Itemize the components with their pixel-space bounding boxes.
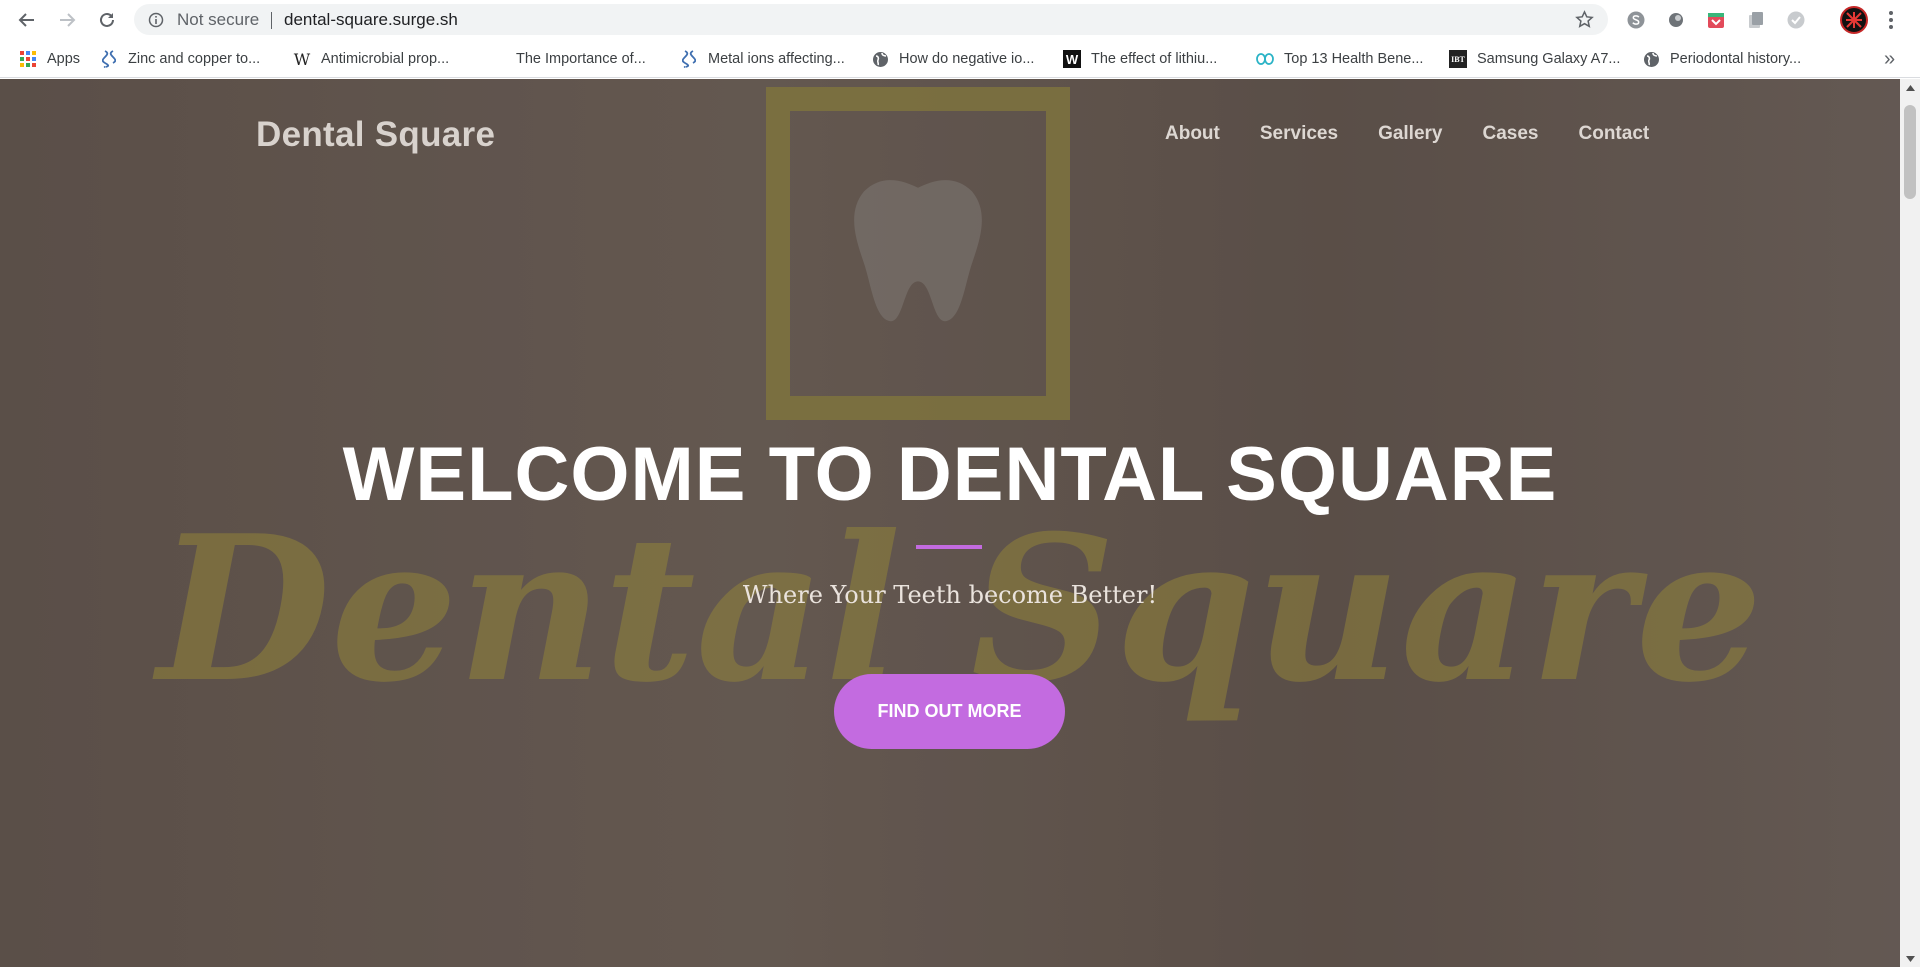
hero-headline: WELCOME TO DENTAL SQUARE [342, 432, 1558, 517]
bookmark-label: The effect of lithiu... [1091, 51, 1218, 67]
bookmark-item[interactable]: Top 13 Health Bene... [1256, 49, 1423, 69]
bookmark-item[interactable]: Metal ions affecting... [680, 49, 845, 69]
bookmark-apps[interactable]: Apps [19, 49, 80, 69]
bookmark-item[interactable]: Periodontal history... [1642, 49, 1801, 69]
browser-menu-icon[interactable] [1884, 8, 1898, 32]
scroll-up-arrow-icon[interactable] [1900, 79, 1920, 96]
hero-overlay [0, 79, 1900, 967]
dna-icon [100, 50, 118, 68]
blank-page-icon [488, 50, 506, 68]
skype-extension-icon[interactable] [1625, 9, 1647, 31]
address-divider [271, 12, 272, 29]
bookmark-star-icon[interactable] [1575, 10, 1594, 34]
bookmark-label: Top 13 Health Bene... [1284, 51, 1424, 67]
bookmark-item[interactable]: IBT Samsung Galaxy A7... [1449, 49, 1620, 69]
globe-icon [871, 50, 889, 68]
main-nav: About Services Gallery Cases Contact [1165, 123, 1689, 145]
w-logo-icon: W [1063, 50, 1081, 68]
hero-section: Dental Square Dental Square About Servic… [0, 79, 1900, 967]
arrow-right-icon [60, 13, 76, 27]
bookmark-label: Samsung Galaxy A7... [1477, 51, 1621, 67]
bookmark-label: Metal ions affecting... [708, 51, 845, 67]
bookmark-label: How do negative io... [899, 51, 1035, 67]
forward-button[interactable] [54, 7, 80, 33]
accent-divider [916, 545, 982, 549]
bookmarks-overflow-button[interactable]: » [1884, 48, 1895, 71]
bookmark-label: The Importance of... [516, 51, 646, 67]
nav-link-services[interactable]: Services [1260, 123, 1338, 145]
bookmark-item[interactable]: W The effect of lithiu... [1063, 49, 1217, 69]
ibt-icon: IBT [1449, 50, 1467, 68]
nav-link-about[interactable]: About [1165, 123, 1220, 145]
bookmark-item[interactable]: How do negative io... [871, 49, 1034, 69]
reload-icon [100, 12, 114, 27]
pocket-extension-icon[interactable] [1705, 9, 1727, 31]
browser-toolbar: Not secure dental-square.surge.sh [0, 0, 1920, 40]
arrow-left-icon [18, 13, 34, 27]
back-button[interactable] [14, 7, 40, 33]
bookmark-label: Antimicrobial prop... [321, 51, 450, 67]
find-out-more-button[interactable]: FIND OUT MORE [834, 674, 1065, 749]
page-viewport: Dental Square Dental Square About Servic… [0, 79, 1920, 967]
apps-grid-icon [19, 50, 37, 68]
copy-extension-icon[interactable] [1745, 9, 1767, 31]
hero-tagline: Where Your Teeth become Better! [742, 581, 1158, 609]
bookmark-item[interactable]: Zinc and copper to... [100, 49, 260, 69]
flag-avatar-icon [1846, 12, 1862, 28]
dna-icon [680, 50, 698, 68]
address-bar[interactable]: Not secure dental-square.surge.sh [134, 4, 1608, 35]
page-scrollbar[interactable] [1900, 79, 1920, 967]
site-brand[interactable]: Dental Square [256, 115, 495, 155]
profile-avatar[interactable] [1840, 6, 1868, 34]
reload-button[interactable] [94, 7, 120, 33]
globe-icon [1642, 50, 1660, 68]
nav-link-gallery[interactable]: Gallery [1378, 123, 1442, 145]
nav-link-cases[interactable]: Cases [1483, 123, 1539, 145]
bookmarks-bar: Apps Zinc and copper to... W Antimicrobi… [0, 40, 1920, 78]
bookmark-item[interactable]: The Importance of... [488, 49, 646, 69]
nav-link-contact[interactable]: Contact [1579, 123, 1650, 145]
bookmark-item[interactable]: W Antimicrobial prop... [293, 49, 449, 69]
circle-extension-icon[interactable] [1665, 9, 1687, 31]
bookmark-label: Apps [47, 51, 81, 67]
leaf-icon [1256, 50, 1274, 68]
bookmark-label: Periodontal history... [1670, 51, 1802, 67]
security-label[interactable]: Not secure [177, 10, 259, 30]
scroll-down-arrow-icon[interactable] [1900, 950, 1920, 967]
scrollbar-thumb[interactable] [1904, 105, 1916, 199]
url-text[interactable]: dental-square.surge.sh [284, 10, 458, 30]
info-icon[interactable] [148, 12, 164, 33]
check-extension-icon[interactable] [1785, 9, 1807, 31]
bookmark-label: Zinc and copper to... [128, 51, 261, 67]
wikipedia-icon: W [293, 49, 311, 69]
